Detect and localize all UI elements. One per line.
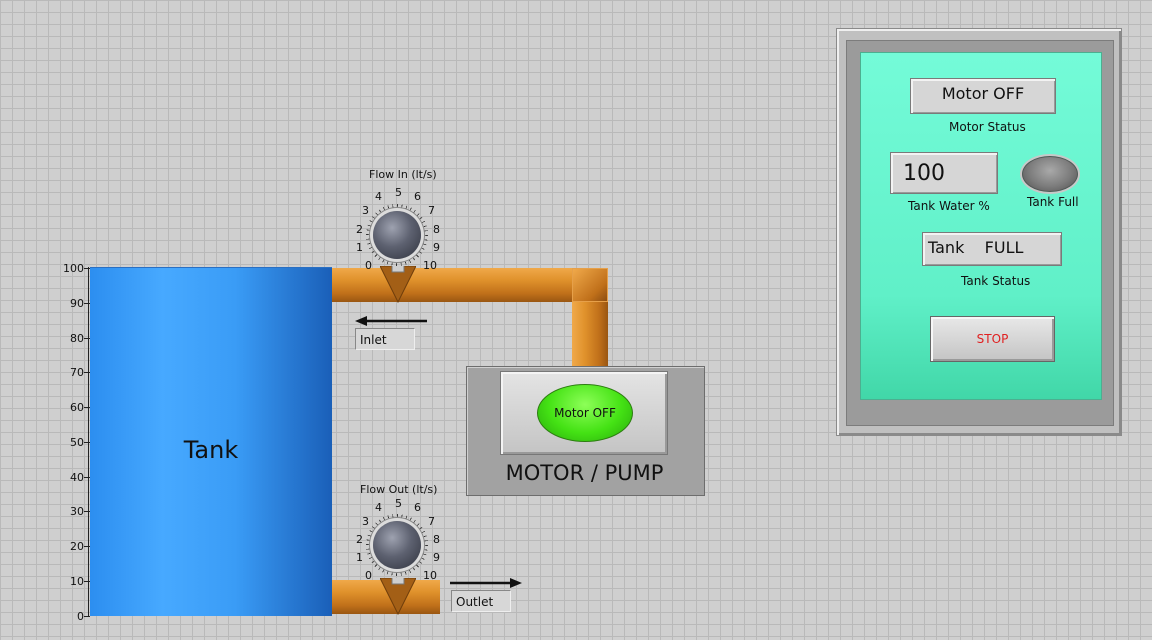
inlet-pipe-elbow [572, 268, 608, 302]
flow-in-knob[interactable] [373, 211, 421, 259]
tank-scale: 100 90 80 70 60 50 40 30 20 10 0 [58, 262, 90, 623]
scale-label-50: 50 [70, 436, 84, 449]
scale-label-30: 30 [70, 505, 84, 518]
flow-in-title: Flow In (lt/s) [369, 168, 437, 181]
motor-pump-title: MOTOR / PUMP [505, 461, 664, 485]
scale-label-20: 20 [70, 540, 84, 553]
motor-status-indicator: Motor OFF [910, 78, 1056, 114]
tank-full-caption: Tank Full [1027, 195, 1079, 209]
scale-label-40: 40 [70, 471, 84, 484]
tank-water-indicator: 100 [890, 152, 998, 194]
inlet-pipe-vertical [572, 302, 608, 366]
scale-label-90: 90 [70, 297, 84, 310]
inlet-label: Inlet [355, 328, 415, 350]
flow-out-title: Flow Out (lt/s) [360, 483, 438, 496]
scale-label-100: 100 [63, 262, 84, 275]
stop-button[interactable]: STOP [930, 316, 1055, 362]
tank-water-caption: Tank Water % [908, 199, 990, 213]
outlet-label: Outlet [451, 590, 511, 612]
scale-label-10: 10 [70, 575, 84, 588]
tank-status-indicator: Tank FULL [922, 232, 1062, 266]
scale-label-0: 0 [77, 610, 84, 623]
tank-scale-axis [88, 267, 89, 616]
tank-full-led [1022, 156, 1078, 192]
outlet-arrow-icon [450, 578, 522, 588]
flow-in-knob-control[interactable]: Flow In (lt/s) 0 1 2 3 4 5 6 7 8 9 10 [355, 168, 445, 278]
motor-status-caption: Motor Status [949, 120, 1026, 134]
tank-label: Tank [183, 436, 239, 464]
scale-label-80: 80 [70, 332, 84, 345]
flow-out-knob-control[interactable]: Flow Out (lt/s) 0 1 2 3 4 5 6 7 8 9 10 [355, 483, 445, 593]
motor-toggle-button[interactable]: Motor OFF [537, 384, 633, 442]
inlet-arrow-icon [355, 316, 427, 326]
tank-status-caption: Tank Status [961, 274, 1031, 288]
scale-label-60: 60 [70, 401, 84, 414]
flow-out-knob[interactable] [373, 521, 421, 569]
scale-label-70: 70 [70, 366, 84, 379]
